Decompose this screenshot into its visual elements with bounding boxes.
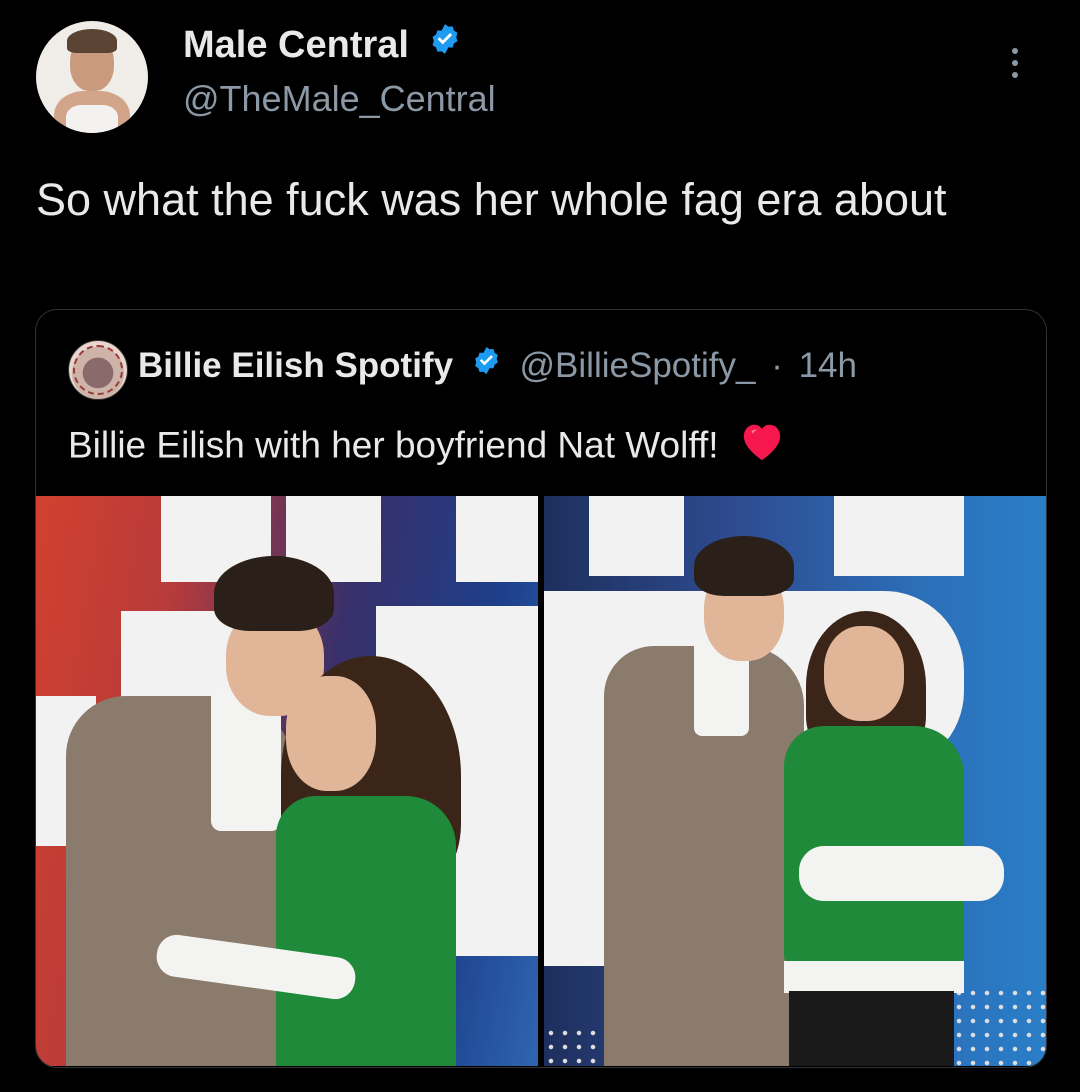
- quoted-author-handle[interactable]: @BillieSpotify_: [520, 346, 756, 385]
- author-avatar[interactable]: [36, 21, 148, 133]
- tweet-text: So what the fuck was her whole fag era a…: [36, 174, 947, 225]
- verified-badge-icon: [471, 345, 502, 385]
- verified-badge-icon: [428, 22, 462, 66]
- more-options-icon[interactable]: [1010, 48, 1020, 78]
- quoted-tweet-header: Billie Eilish Spotify @BillieSpotify_ · …: [138, 346, 857, 388]
- author-name-row[interactable]: Male Central: [183, 24, 462, 69]
- quoted-tweet-time[interactable]: 14h: [799, 346, 857, 385]
- quoted-tweet-text-row: Billie Eilish with her boyfriend Nat Wol…: [68, 422, 785, 473]
- quoted-author-avatar[interactable]: [68, 340, 128, 400]
- author-handle[interactable]: @TheMale_Central: [183, 78, 496, 120]
- quoted-author-display-name[interactable]: Billie Eilish Spotify: [138, 346, 453, 385]
- quoted-tweet-text: Billie Eilish with her boyfriend Nat Wol…: [68, 424, 719, 466]
- media-image-right[interactable]: [544, 496, 1046, 1066]
- quoted-tweet-card[interactable]: Billie Eilish Spotify @BillieSpotify_ · …: [35, 309, 1047, 1068]
- author-display-name[interactable]: Male Central: [183, 24, 409, 66]
- media-image-left[interactable]: [36, 496, 538, 1066]
- separator-dot: ·: [771, 346, 783, 385]
- heart-emoji-icon: [739, 420, 785, 471]
